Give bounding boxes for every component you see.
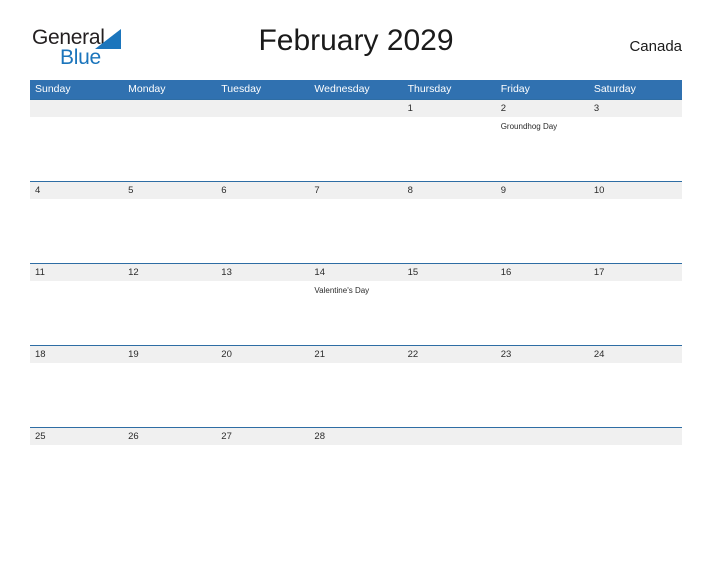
day-event-text[interactable] bbox=[30, 445, 123, 509]
date-number[interactable]: 21 bbox=[309, 346, 402, 363]
day-event-text[interactable] bbox=[216, 199, 309, 263]
date-number[interactable]: 27 bbox=[216, 428, 309, 445]
date-number[interactable]: 28 bbox=[309, 428, 402, 445]
date-number[interactable]: 26 bbox=[123, 428, 216, 445]
week-date-strip: 1 2 3 bbox=[30, 100, 682, 117]
day-event-text[interactable] bbox=[123, 445, 216, 509]
weekday-saturday: Saturday bbox=[593, 83, 636, 95]
day-event-text[interactable]: Groundhog Day bbox=[496, 117, 589, 181]
date-number[interactable]: 6 bbox=[216, 182, 309, 199]
date-number[interactable]: 2 bbox=[496, 100, 589, 117]
week-date-strip: 25 26 27 28 bbox=[30, 428, 682, 445]
date-number[interactable] bbox=[216, 100, 309, 117]
day-event-text[interactable] bbox=[30, 363, 123, 427]
weekday-friday: Friday bbox=[500, 83, 530, 95]
day-event-text[interactable] bbox=[309, 363, 402, 427]
week-event-strip bbox=[30, 445, 682, 509]
date-number[interactable]: 12 bbox=[123, 264, 216, 281]
weekday-monday: Monday bbox=[128, 83, 166, 95]
date-number[interactable]: 23 bbox=[496, 346, 589, 363]
date-number[interactable]: 13 bbox=[216, 264, 309, 281]
day-event-text[interactable] bbox=[496, 445, 589, 509]
day-event-text[interactable] bbox=[589, 281, 682, 345]
week-date-strip: 11 12 13 14 15 16 17 bbox=[30, 264, 682, 281]
day-event-text[interactable] bbox=[403, 445, 496, 509]
day-event-text[interactable] bbox=[216, 281, 309, 345]
weekday-wednesday: Wednesday bbox=[314, 83, 370, 95]
day-event-text[interactable] bbox=[309, 199, 402, 263]
weekday-tuesday: Tuesday bbox=[221, 83, 262, 95]
date-number[interactable] bbox=[403, 428, 496, 445]
day-event-text[interactable] bbox=[403, 117, 496, 181]
date-number[interactable] bbox=[30, 100, 123, 117]
date-number[interactable]: 24 bbox=[589, 346, 682, 363]
weekday-header-row: Sunday Monday Tuesday Wednesday Thursday… bbox=[30, 80, 682, 99]
date-number[interactable] bbox=[123, 100, 216, 117]
date-number[interactable]: 9 bbox=[496, 182, 589, 199]
day-event-text[interactable] bbox=[216, 363, 309, 427]
day-event-text[interactable] bbox=[216, 445, 309, 509]
week-date-strip: 18 19 20 21 22 23 24 bbox=[30, 346, 682, 363]
calendar-week-row: 18 19 20 21 22 23 24 bbox=[30, 345, 682, 427]
date-number[interactable]: 1 bbox=[403, 100, 496, 117]
date-number[interactable] bbox=[496, 428, 589, 445]
weekday-sunday: Sunday bbox=[35, 83, 71, 95]
day-event-text[interactable] bbox=[309, 117, 402, 181]
date-number[interactable] bbox=[309, 100, 402, 117]
calendar-week-row: 11 12 13 14 15 16 17 Valentine's Day bbox=[30, 263, 682, 345]
date-number[interactable]: 15 bbox=[403, 264, 496, 281]
country-label: Canada bbox=[629, 38, 682, 55]
calendar-grid: Sunday Monday Tuesday Wednesday Thursday… bbox=[30, 80, 682, 509]
week-date-strip: 4 5 6 7 8 9 10 bbox=[30, 182, 682, 199]
date-number[interactable]: 18 bbox=[30, 346, 123, 363]
date-number[interactable]: 22 bbox=[403, 346, 496, 363]
date-number[interactable]: 17 bbox=[589, 264, 682, 281]
date-number[interactable]: 25 bbox=[30, 428, 123, 445]
day-event-text[interactable] bbox=[496, 281, 589, 345]
day-event-text[interactable] bbox=[30, 199, 123, 263]
day-event-text[interactable] bbox=[30, 117, 123, 181]
calendar-week-row: 1 2 3 Groundhog Day bbox=[30, 99, 682, 181]
day-event-text[interactable] bbox=[309, 445, 402, 509]
day-event-text[interactable] bbox=[496, 363, 589, 427]
week-event-strip bbox=[30, 199, 682, 263]
calendar-page: General Blue February 2029 Canada Sunday… bbox=[0, 22, 712, 572]
week-event-strip: Groundhog Day bbox=[30, 117, 682, 181]
calendar-week-row: 25 26 27 28 bbox=[30, 427, 682, 509]
date-number[interactable]: 10 bbox=[589, 182, 682, 199]
day-event-text[interactable]: Valentine's Day bbox=[309, 281, 402, 345]
day-event-text[interactable] bbox=[589, 117, 682, 181]
day-event-text[interactable] bbox=[403, 363, 496, 427]
week-event-strip bbox=[30, 363, 682, 427]
day-event-text[interactable] bbox=[403, 199, 496, 263]
date-number[interactable]: 8 bbox=[403, 182, 496, 199]
date-number[interactable]: 20 bbox=[216, 346, 309, 363]
page-header: General Blue February 2029 Canada bbox=[30, 22, 682, 74]
weekday-thursday: Thursday bbox=[407, 83, 452, 95]
day-event-text[interactable] bbox=[123, 281, 216, 345]
date-number[interactable]: 11 bbox=[30, 264, 123, 281]
day-event-text[interactable] bbox=[123, 199, 216, 263]
day-event-text[interactable] bbox=[589, 199, 682, 263]
day-event-text[interactable] bbox=[496, 199, 589, 263]
day-event-text[interactable] bbox=[403, 281, 496, 345]
date-number[interactable]: 5 bbox=[123, 182, 216, 199]
date-number[interactable] bbox=[589, 428, 682, 445]
date-number[interactable]: 4 bbox=[30, 182, 123, 199]
day-event-text[interactable] bbox=[589, 363, 682, 427]
day-event-text[interactable] bbox=[123, 363, 216, 427]
date-number[interactable]: 7 bbox=[309, 182, 402, 199]
calendar-week-row: 4 5 6 7 8 9 10 bbox=[30, 181, 682, 263]
day-event-text[interactable] bbox=[123, 117, 216, 181]
page-title: February 2029 bbox=[258, 24, 454, 57]
date-number[interactable]: 16 bbox=[496, 264, 589, 281]
day-event-text[interactable] bbox=[216, 117, 309, 181]
day-event-text[interactable] bbox=[589, 445, 682, 509]
day-event-text[interactable] bbox=[30, 281, 123, 345]
week-event-strip: Valentine's Day bbox=[30, 281, 682, 345]
date-number[interactable]: 3 bbox=[589, 100, 682, 117]
date-number[interactable]: 19 bbox=[123, 346, 216, 363]
date-number[interactable]: 14 bbox=[309, 264, 402, 281]
